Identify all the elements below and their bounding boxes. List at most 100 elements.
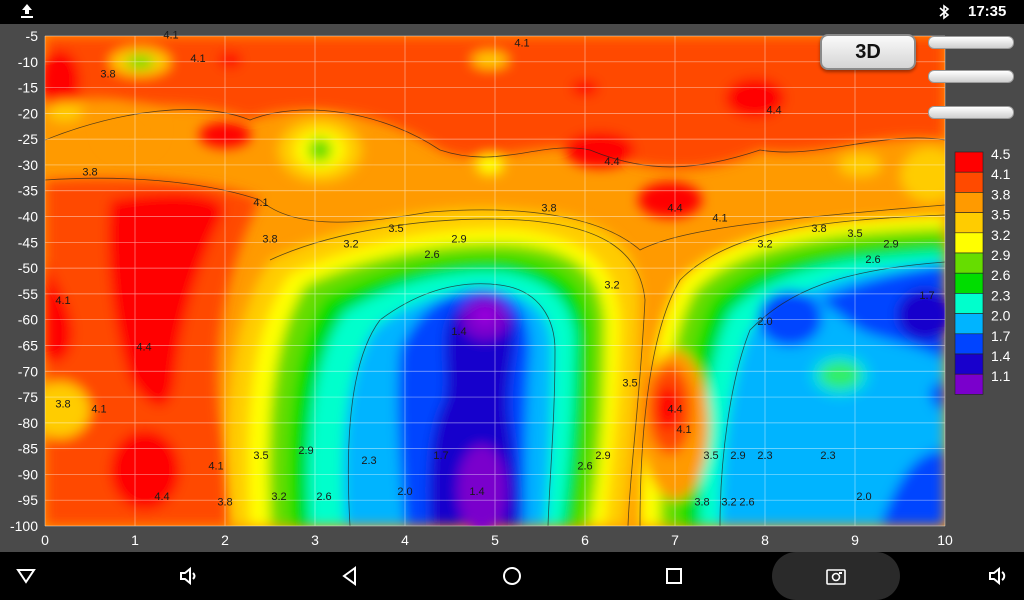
contour-label: 3.2 — [343, 238, 358, 250]
legend-label: 3.2 — [991, 227, 1011, 243]
legend-label: 4.5 — [991, 146, 1011, 162]
contour-label: 3.5 — [253, 450, 268, 462]
y-tick-label: -75 — [18, 389, 38, 405]
menu-down-button[interactable] — [0, 552, 56, 600]
contour-plot-area[interactable]: 4.1 4.1 3.8 4.1 3.8 4.1 3.8 3.2 3.5 2.6 2.9 3.8 3.2 3… — [0, 24, 1024, 552]
y-tick-label: -50 — [18, 260, 38, 276]
y-tick-label: -90 — [18, 466, 38, 482]
y-tick-label: -45 — [18, 234, 38, 250]
recents-button[interactable] — [644, 552, 704, 600]
x-tick-label: 10 — [937, 532, 953, 548]
bluetooth-icon — [938, 4, 950, 25]
contour-label: 2.6 — [865, 254, 880, 266]
upload-icon — [20, 3, 34, 24]
contour-label: 3.8 — [694, 496, 709, 508]
contour-label: 3.8 — [541, 202, 556, 214]
y-tick-label: -95 — [18, 492, 38, 508]
back-button[interactable] — [320, 552, 380, 600]
contour-label: 4.1 — [55, 295, 70, 307]
view-3d-label: 3D — [855, 40, 881, 63]
contour-label: 2.6 — [316, 491, 331, 503]
legend-swatch — [954, 353, 984, 375]
contour-label: 4.1 — [163, 30, 178, 42]
contour-label: 4.1 — [676, 424, 691, 436]
legend-label: 2.0 — [991, 308, 1011, 324]
contour-label: 2.0 — [397, 486, 412, 498]
contour-label: 1.7 — [433, 450, 448, 462]
volume-up-icon — [989, 566, 1006, 586]
contour-label: 2.6 — [739, 496, 754, 508]
legend-swatch — [954, 313, 984, 335]
contour-label: 2.9 — [595, 450, 610, 462]
contour-label: 4.4 — [667, 404, 682, 416]
legend-label: 4.1 — [991, 166, 1011, 182]
contour-label: 2.3 — [820, 450, 835, 462]
setting-bar-1[interactable] — [928, 36, 1014, 49]
contour-label: 3.5 — [388, 223, 403, 235]
setting-bar-3[interactable] — [928, 106, 1014, 119]
contour-label: 3.5 — [622, 378, 637, 390]
y-tick-label: -35 — [18, 183, 38, 199]
contour-label: 4.1 — [208, 460, 223, 472]
color-legend: 4.5 4.1 3.8 3.5 3.2 2.9 2.6 2.3 2.0 1.7 1.4 1.1 — [954, 146, 1011, 395]
legend-label: 3.5 — [991, 207, 1011, 223]
volume-down-icon — [180, 566, 196, 586]
home-button[interactable] — [482, 552, 542, 600]
y-tick-label: -30 — [18, 157, 38, 173]
x-tick-label: 8 — [761, 532, 769, 548]
contour-label: 4.4 — [154, 491, 169, 503]
y-tick-label: -70 — [18, 363, 38, 379]
view-3d-button[interactable]: 3D — [820, 34, 916, 70]
contour-chart: 4.14.13.84.13.84.13.8 3.23.52.62.93.83.23… — [10, 28, 1011, 548]
x-tick-label: 4 — [401, 532, 409, 548]
contour-label: 4.1 — [190, 53, 205, 65]
legend-swatch — [954, 192, 984, 213]
contour-label: 3.8 — [55, 398, 70, 410]
y-tick-label: -5 — [26, 28, 39, 44]
contour-label: 3.5 — [847, 228, 862, 240]
recents-icon — [666, 568, 682, 584]
contour-label: 2.3 — [361, 455, 376, 467]
contour-label: 4.1 — [253, 197, 268, 209]
volume-down-button[interactable] — [158, 552, 218, 600]
legend-label: 1.7 — [991, 328, 1011, 344]
contour-label: 2.0 — [856, 491, 871, 503]
y-tick-label: -85 — [18, 441, 38, 457]
legend-swatch — [954, 212, 984, 234]
contour-label: 3.8 — [811, 223, 826, 235]
contour-label: 4.4 — [766, 104, 781, 116]
legend-swatch — [954, 232, 984, 254]
screenshot-button[interactable] — [772, 552, 900, 600]
y-tick-label: -20 — [18, 105, 38, 121]
y-tick-label: -65 — [18, 337, 38, 353]
contour-label: 3.2 — [604, 280, 619, 292]
contour-label: 4.4 — [136, 342, 151, 354]
y-tick-label: -80 — [18, 415, 38, 431]
clock: 17:35 — [968, 3, 1007, 20]
x-tick-label: 3 — [311, 532, 319, 548]
back-icon — [342, 566, 356, 586]
legend-label: 2.9 — [991, 247, 1011, 263]
x-tick-label: 0 — [41, 532, 49, 548]
y-tick-label: -100 — [10, 518, 38, 534]
contour-label: 3.8 — [262, 233, 277, 245]
legend-label: 1.4 — [991, 348, 1011, 364]
contour-label: 4.4 — [667, 202, 682, 214]
contour-label: 1.7 — [919, 290, 934, 302]
contour-label: 2.6 — [577, 460, 592, 472]
volume-up-button[interactable] — [968, 552, 1024, 600]
contour-label: 3.8 — [217, 496, 232, 508]
triangle-down-icon — [16, 569, 36, 584]
contour-label: 3.2 — [721, 496, 736, 508]
contour-label: 2.9 — [451, 233, 466, 245]
legend-swatch — [954, 272, 984, 294]
x-tick-label: 1 — [131, 532, 139, 548]
legend-swatch — [954, 373, 984, 395]
y-tick-label: -55 — [18, 286, 38, 302]
contour-label: 2.9 — [730, 450, 745, 462]
contour-label: 3.8 — [100, 68, 115, 80]
legend-label: 1.1 — [991, 368, 1011, 384]
contour-label: 3.2 — [757, 238, 772, 250]
contour-label: 3.5 — [703, 450, 718, 462]
setting-bar-2[interactable] — [928, 70, 1014, 83]
